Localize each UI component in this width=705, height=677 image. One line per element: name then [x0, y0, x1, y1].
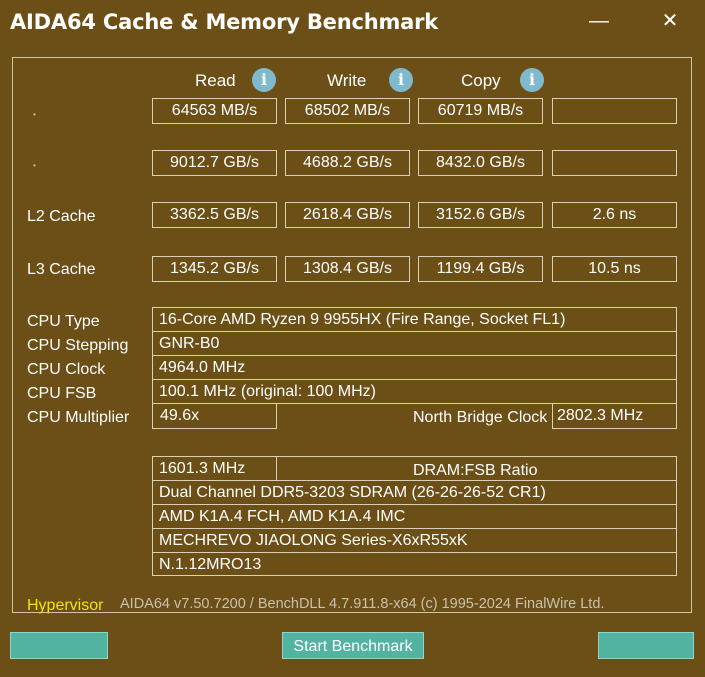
cpu-type-label: CPU Type — [27, 313, 100, 330]
minimize-button[interactable]: — — [584, 8, 614, 34]
l1-write-value: 4688.2 GB/s — [285, 150, 410, 176]
close-button[interactable]: ✕ — [655, 8, 685, 34]
l2-latency-value: 2.6 ns — [552, 202, 677, 228]
north-bridge-clock-label: North Bridge Clock — [413, 409, 548, 426]
cpu-type-value: 16-Core AMD Ryzen 9 9955HX (Fire Range, … — [159, 311, 566, 328]
memory-latency-value — [552, 98, 677, 124]
l3-read-value: 1345.2 GB/s — [152, 256, 277, 282]
version-text: AIDA64 v7.50.7200 / BenchDLL 4.7.911.8-x… — [120, 596, 605, 612]
read-header: Read — [195, 71, 236, 90]
copy-header: Copy — [461, 71, 501, 90]
write-info-icon[interactable]: i — [389, 68, 413, 92]
save-button[interactable] — [10, 632, 108, 659]
north-bridge-clock-value: 2802.3 MHz — [552, 403, 677, 429]
l3-cache-label: L3 Cache — [27, 261, 96, 278]
l3-copy-value: 1199.4 GB/s — [418, 256, 543, 282]
cpu-multiplier-label: CPU Multiplier — [27, 409, 130, 426]
cpu-multiplier-value: 49.6x — [152, 403, 277, 429]
bios-value: N.1.12MRO13 — [159, 556, 262, 573]
close-dialog-button[interactable] — [598, 632, 694, 659]
chipset-value: AMD K1A.4 FCH, AMD K1A.4 IMC — [159, 508, 406, 525]
l2-cache-label: L2 Cache — [27, 208, 96, 225]
cpu-clock-label: CPU Clock — [27, 361, 106, 378]
cpu-clock-value: 4964.0 MHz — [159, 359, 246, 376]
l2-copy-value: 3152.6 GB/s — [418, 202, 543, 228]
memory-row-marker-icon: • — [33, 110, 36, 119]
copy-info-icon[interactable]: i — [520, 68, 544, 92]
l1-latency-value — [552, 150, 677, 176]
l3-write-value: 1308.4 GB/s — [285, 256, 410, 282]
cpu-stepping-label: CPU Stepping — [27, 337, 129, 354]
l2-read-value: 3362.5 GB/s — [152, 202, 277, 228]
read-info-icon[interactable]: i — [252, 68, 276, 92]
write-header: Write — [327, 71, 367, 90]
l2-write-value: 2618.4 GB/s — [285, 202, 410, 228]
cpu-fsb-label: CPU FSB — [27, 385, 97, 402]
l1-copy-value: 8432.0 GB/s — [418, 150, 543, 176]
l3-latency-value: 10.5 ns — [552, 256, 677, 282]
divider — [276, 457, 277, 480]
memory-type-value: Dual Channel DDR5-3203 SDRAM (26-26-26-5… — [159, 484, 546, 501]
motherboard-value: MECHREVO JIAOLONG Series-X6xR55xK — [159, 532, 468, 549]
cpu-stepping-value: GNR-B0 — [159, 335, 220, 352]
memory-copy-value: 60719 MB/s — [418, 98, 543, 124]
window-title: AIDA64 Cache & Memory Benchmark — [10, 10, 439, 34]
hypervisor-label: Hypervisor — [27, 597, 104, 614]
memory-write-value: 68502 MB/s — [285, 98, 410, 124]
l1-row-marker-icon: • — [33, 161, 36, 170]
memory-speed-value: 1601.3 MHz — [159, 460, 246, 477]
dram-fsb-ratio-label: DRAM:FSB Ratio — [413, 462, 538, 479]
l1-read-value: 9012.7 GB/s — [152, 150, 277, 176]
start-benchmark-button[interactable]: Start Benchmark — [282, 632, 424, 659]
memory-read-value: 64563 MB/s — [152, 98, 277, 124]
